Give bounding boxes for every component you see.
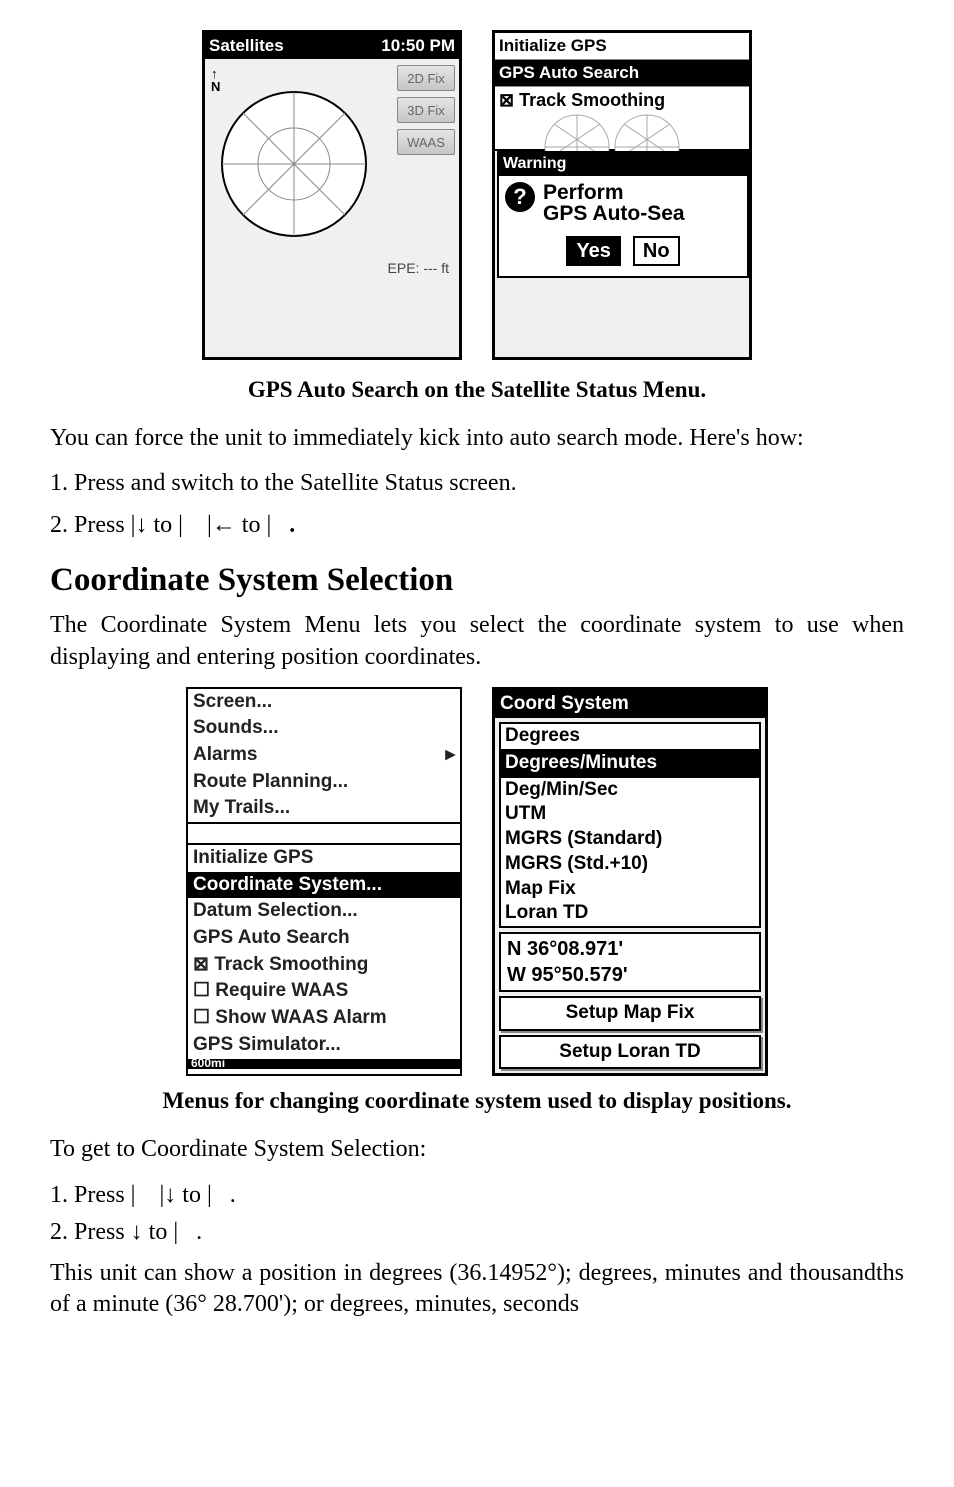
- sat-time: 10:50 PM: [381, 35, 455, 57]
- no-button[interactable]: No: [633, 236, 680, 266]
- caption-2: Menus for changing coordinate system use…: [50, 1086, 904, 1116]
- 2d-fix-button[interactable]: 2D Fix: [397, 65, 455, 91]
- coord-degmin-item[interactable]: Degrees/Minutes: [501, 749, 759, 778]
- menu-alarms-item[interactable]: Alarms▸: [188, 742, 460, 769]
- menu-trails-item[interactable]: My Trails...: [188, 795, 460, 822]
- coord-dms-item[interactable]: Deg/Min/Sec: [501, 778, 759, 803]
- init-body: Initialize GPS GPS Auto Search ⊠ Track S…: [495, 33, 749, 328]
- coord-mgrs-item[interactable]: MGRS (Standard): [501, 827, 759, 852]
- menu-init-gps-item[interactable]: Initialize GPS: [188, 845, 460, 872]
- scroll-indicator: [188, 822, 460, 845]
- sat-titlebar: Satellites 10:50 PM: [205, 33, 459, 59]
- menu-smoothing-item[interactable]: ⊠ Track Smoothing: [188, 952, 460, 979]
- yes-button[interactable]: Yes: [566, 236, 620, 266]
- step-b1: 1. Press | |↓ to | .: [50, 1179, 904, 1211]
- epe-value: EPE: --- ft: [388, 259, 449, 277]
- step-2: 2. Press |↓ to | |← to | .: [50, 509, 904, 541]
- submenu-arrow-icon: ▸: [445, 743, 455, 768]
- menu-autosearch-item[interactable]: GPS Auto Search: [188, 925, 460, 952]
- coord-mapfix-item[interactable]: Map Fix: [501, 877, 759, 902]
- caption-1: GPS Auto Search on the Satellite Status …: [50, 375, 904, 405]
- warning-dialog: Warning ? Perform GPS Auto-Sea Yes No: [497, 151, 749, 278]
- section-heading: Coordinate System Selection: [50, 559, 904, 602]
- coord-system-screen: Coord System Degrees Degrees/Minutes Deg…: [492, 687, 768, 1077]
- init-gps-item[interactable]: Initialize GPS: [495, 33, 749, 60]
- paragraph-2: The Coordinate System Menu lets you sele…: [50, 610, 904, 672]
- menu-screen-item[interactable]: Screen...: [188, 689, 460, 716]
- waas-button[interactable]: WAAS: [397, 129, 455, 155]
- paragraph-1: You can force the unit to immediately ki…: [50, 423, 904, 454]
- coord-mgrs10-item[interactable]: MGRS (Std.+10): [501, 852, 759, 877]
- step-b2: 2. Press ↓ to | .: [50, 1216, 904, 1248]
- menu-coord-system-item[interactable]: Coordinate System...: [188, 872, 460, 899]
- menu-route-item[interactable]: Route Planning...: [188, 769, 460, 796]
- coord-lon: W 95°50.579': [507, 962, 753, 988]
- sat-title: Satellites: [209, 35, 284, 57]
- warning-message: Perform GPS Auto-Sea: [543, 182, 685, 224]
- coord-loran-item[interactable]: Loran TD: [501, 901, 759, 926]
- satellite-status-screen: Satellites 10:50 PM ↑N 2D Fix 3D Fix WAA…: [202, 30, 462, 360]
- coord-degrees-item[interactable]: Degrees: [501, 724, 759, 749]
- gps-auto-search-item[interactable]: GPS Auto Search: [495, 60, 749, 87]
- warning-title: Warning: [499, 153, 747, 176]
- menu-waas-alarm-item[interactable]: ☐ Show WAAS Alarm: [188, 1005, 460, 1032]
- sky-plot-preview: [495, 115, 749, 151]
- setup-loran-button[interactable]: Setup Loran TD: [499, 1035, 761, 1070]
- paragraph-3: To get to Coordinate System Selection:: [50, 1134, 904, 1165]
- setup-mapfix-button[interactable]: Setup Map Fix: [499, 996, 761, 1031]
- menu-sounds-item[interactable]: Sounds...: [188, 715, 460, 742]
- coord-display: N 36°08.971' W 95°50.579': [499, 932, 761, 992]
- screenshot-row-2: Screen... Sounds... Alarms▸ Route Planni…: [50, 687, 904, 1077]
- menu-simulator-item[interactable]: GPS Simulator...: [188, 1032, 460, 1059]
- initialize-gps-screen: Initialize GPS GPS Auto Search ⊠ Track S…: [492, 30, 752, 360]
- coord-list: Degrees Degrees/Minutes Deg/Min/Sec UTM …: [499, 722, 761, 928]
- menu-footer: 600mi: [188, 1059, 460, 1069]
- question-icon: ?: [505, 182, 535, 212]
- menu-waas-item[interactable]: ☐ Require WAAS: [188, 978, 460, 1005]
- paragraph-4: This unit can show a position in degrees…: [50, 1258, 904, 1320]
- screenshot-row-1: Satellites 10:50 PM ↑N 2D Fix 3D Fix WAA…: [50, 30, 904, 360]
- sky-plot: [219, 89, 369, 239]
- 3d-fix-button[interactable]: 3D Fix: [397, 97, 455, 123]
- sat-body: ↑N 2D Fix 3D Fix WAAS EPE: --- ft: [205, 59, 459, 354]
- menu-datum-item[interactable]: Datum Selection...: [188, 898, 460, 925]
- settings-menu-screen: Screen... Sounds... Alarms▸ Route Planni…: [186, 687, 462, 1077]
- step-1: 1. Press and switch to the Satellite Sta…: [50, 468, 904, 499]
- coord-title: Coord System: [495, 690, 765, 719]
- coord-utm-item[interactable]: UTM: [501, 802, 759, 827]
- coord-lat: N 36°08.971': [507, 936, 753, 962]
